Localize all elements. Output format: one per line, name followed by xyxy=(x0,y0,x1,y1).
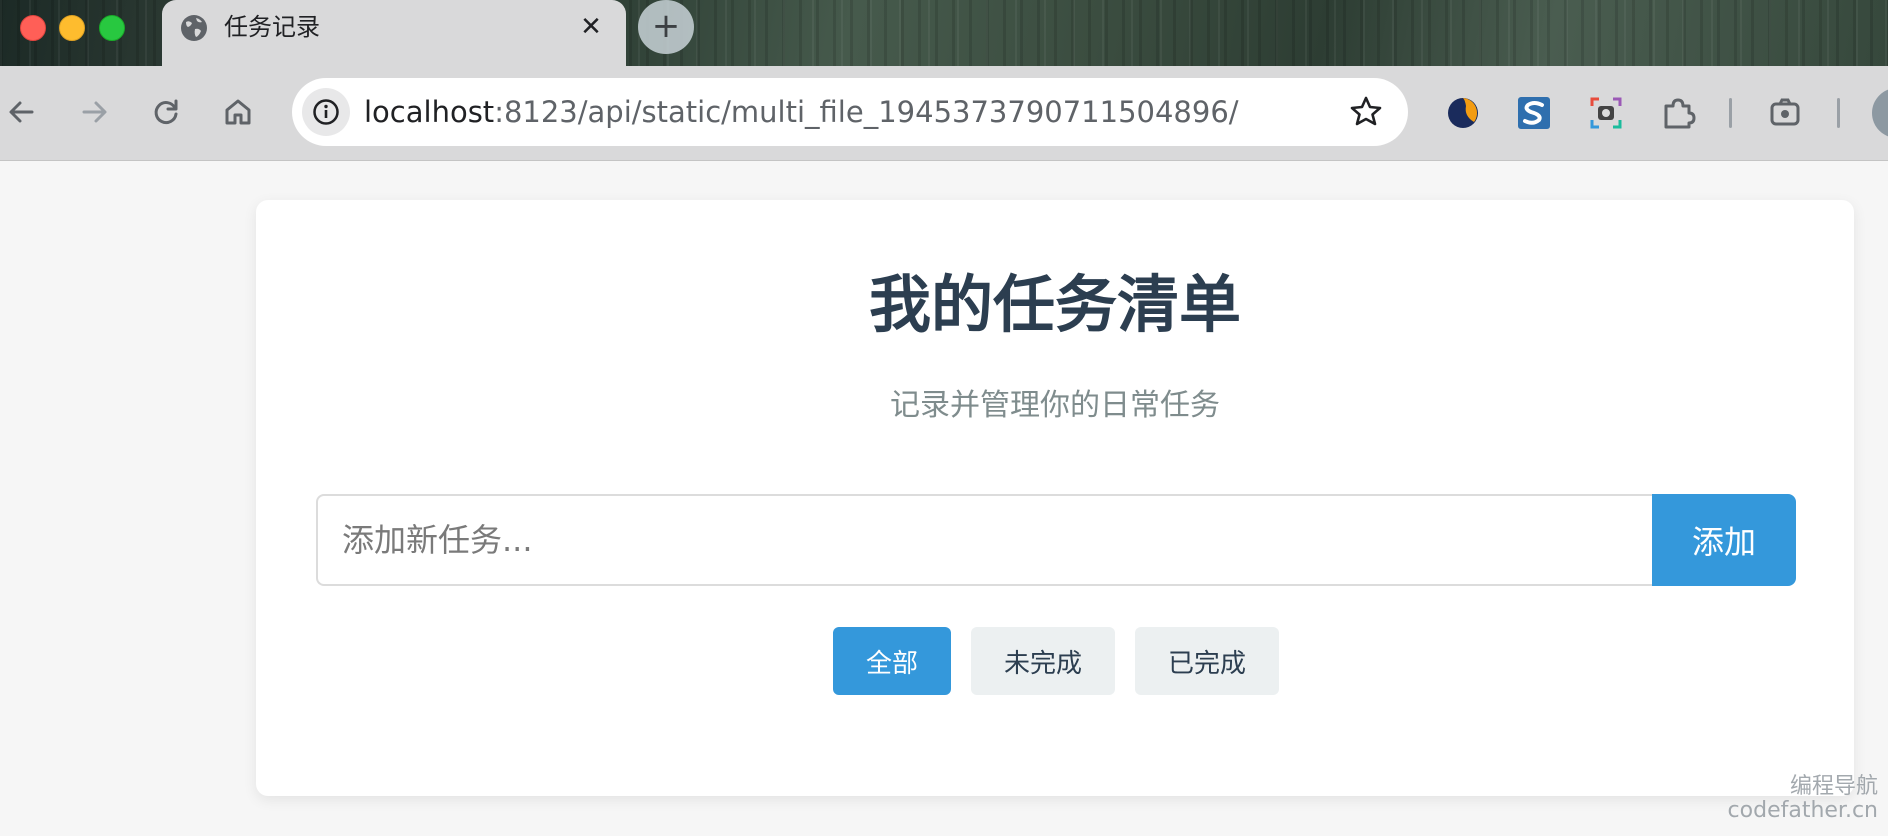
back-button[interactable] xyxy=(0,90,44,134)
swirl-extension-icon[interactable] xyxy=(1444,94,1482,132)
url-path: :8123/api/static/multi_file_194537379071… xyxy=(494,95,1239,129)
profile-avatar[interactable] xyxy=(1872,88,1888,138)
info-icon xyxy=(313,99,339,125)
browser-tab-strip: 任务记录 ✕ + xyxy=(0,0,1888,66)
close-window-button[interactable] xyxy=(20,15,46,41)
browser-toolbar: localhost:8123/api/static/multi_file_194… xyxy=(0,66,1888,161)
screenshot-extension-icon[interactable] xyxy=(1587,94,1625,132)
filter-all-button[interactable]: 全部 xyxy=(833,627,951,695)
home-button[interactable] xyxy=(216,90,260,134)
minimize-window-button[interactable] xyxy=(59,15,85,41)
watermark-domain: codefather.cn xyxy=(1727,798,1878,823)
maximize-window-button[interactable] xyxy=(99,15,125,41)
add-task-button[interactable]: 添加 xyxy=(1652,494,1796,586)
toolbar-divider xyxy=(1837,98,1840,128)
puzzle-extensions-icon[interactable] xyxy=(1659,94,1697,132)
toolbar-divider xyxy=(1729,98,1732,128)
forward-button[interactable] xyxy=(72,90,116,134)
new-tab-button[interactable]: + xyxy=(638,0,694,54)
reload-button[interactable] xyxy=(144,90,188,134)
s-extension-icon[interactable] xyxy=(1515,94,1553,132)
address-url[interactable]: localhost:8123/api/static/multi_file_194… xyxy=(364,95,1239,129)
filter-incomplete-button[interactable]: 未完成 xyxy=(971,627,1115,695)
browser-tab-active[interactable]: 任务记录 ✕ xyxy=(162,0,626,66)
new-task-input[interactable] xyxy=(316,494,1652,586)
filter-completed-button[interactable]: 已完成 xyxy=(1135,627,1279,695)
tab-title: 任务记录 xyxy=(224,13,320,41)
screen-capture-icon[interactable] xyxy=(1766,94,1804,132)
reload-icon xyxy=(154,99,178,124)
todo-card: 我的任务清单 记录并管理你的日常任务 添加 全部 未完成 已完成 xyxy=(256,200,1854,796)
globe-icon xyxy=(181,15,207,41)
address-bar[interactable]: localhost:8123/api/static/multi_file_194… xyxy=(292,78,1408,146)
forward-arrow-icon xyxy=(82,101,107,123)
url-host: localhost xyxy=(364,95,495,129)
home-icon xyxy=(225,99,251,125)
back-arrow-icon xyxy=(9,101,34,123)
close-tab-icon[interactable]: ✕ xyxy=(576,12,606,42)
watermark-text: 编程导航 xyxy=(1789,774,1878,799)
bookmark-star-icon[interactable] xyxy=(1346,92,1386,132)
page-subtitle: 记录并管理你的日常任务 xyxy=(890,388,1220,423)
site-info-button[interactable] xyxy=(302,88,350,136)
page-title: 我的任务清单 xyxy=(868,268,1241,341)
